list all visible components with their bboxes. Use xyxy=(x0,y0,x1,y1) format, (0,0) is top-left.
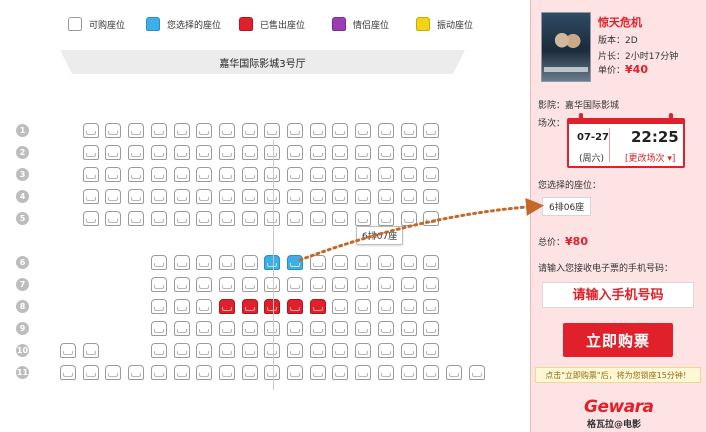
selection-arrow xyxy=(298,197,544,262)
seat-selection-page: 可购座位 您选择的座位 已售出座位 情侣座位 振动座位 嘉华国际影城3号厅 12… xyxy=(0,0,706,432)
